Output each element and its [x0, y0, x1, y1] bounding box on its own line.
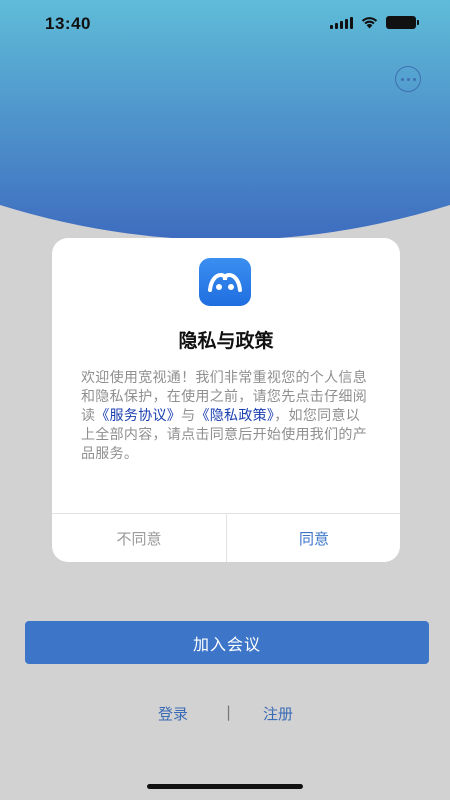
- more-options-button[interactable]: [395, 66, 421, 92]
- disagree-button[interactable]: 不同意: [52, 514, 226, 562]
- more-icon: [400, 77, 404, 81]
- wifi-icon: [361, 17, 378, 29]
- status-bar: 13:40: [0, 0, 450, 46]
- status-time: 13:40: [45, 14, 91, 33]
- dialog-title: 隐私与政策: [178, 330, 274, 352]
- battery-icon: [386, 16, 419, 29]
- link-separator: |: [226, 703, 232, 721]
- join-meeting-button[interactable]: 加入会议: [25, 621, 429, 664]
- agree-button[interactable]: 同意: [227, 514, 400, 562]
- login-link[interactable]: 登录: [158, 703, 188, 724]
- app-logo-icon: [199, 258, 251, 306]
- message-and: 与: [181, 408, 196, 424]
- home-indicator: [147, 784, 303, 789]
- register-link[interactable]: 注册: [263, 703, 293, 724]
- signal-icon: [330, 16, 353, 29]
- privacy-dialog: 隐私与政策 欢迎使用宽视通！我们非常重视您的个人信息和隐私保护，在使用之前，请您…: [52, 238, 400, 562]
- service-agreement-link[interactable]: 《服务协议》: [95, 408, 181, 424]
- dialog-message: 欢迎使用宽视通！我们非常重视您的个人信息和隐私保护，在使用之前，请您先点击仔细阅…: [81, 369, 373, 464]
- auth-links: 登录 | 注册: [0, 703, 450, 727]
- status-icons: [330, 16, 419, 29]
- privacy-policy-link[interactable]: 《隐私政策》: [195, 408, 274, 424]
- app-screen: 13:40 加入会议 登录 | 注册 隐私与政策 欢迎使用宽视通！我们非常重视您…: [0, 0, 450, 800]
